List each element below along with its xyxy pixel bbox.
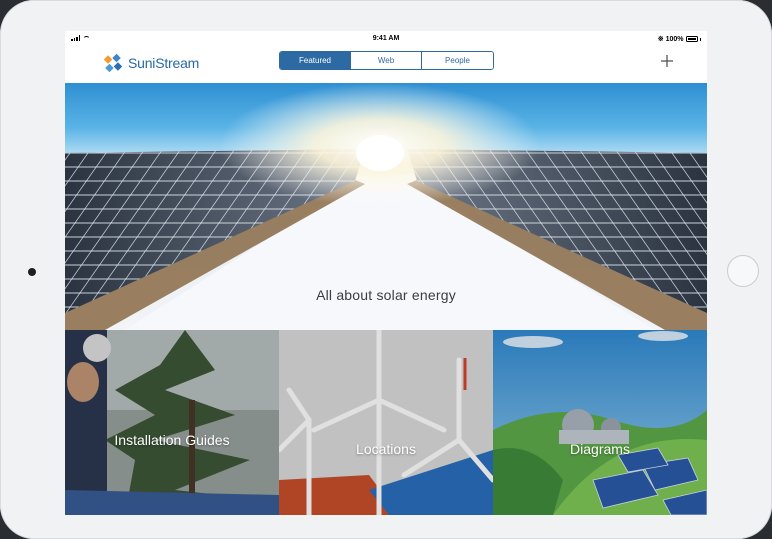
add-button[interactable] <box>658 52 676 70</box>
battery-percent: 100% <box>665 35 684 43</box>
tab-web[interactable]: Web <box>351 52 422 69</box>
home-button[interactable] <box>727 255 759 287</box>
bluetooth-icon: ※ <box>657 36 664 43</box>
tablet-frame: 9:41 AM ※ 100% SuniStream Featured Web P… <box>0 0 772 539</box>
wind-turbine-photo <box>279 330 493 515</box>
front-camera <box>28 268 36 276</box>
hero-banner[interactable]: All about solar energy <box>65 83 707 330</box>
sunistream-logo-icon <box>103 53 123 73</box>
segmented-control: Featured Web People <box>279 51 494 70</box>
tile-label-diagrams: Diagrams <box>570 441 630 457</box>
battery-tip <box>699 37 701 41</box>
tile-diagrams[interactable]: Diagrams <box>493 330 707 515</box>
category-tiles: Installation Guides Locations Diagrams <box>65 330 707 515</box>
plus-icon <box>661 55 673 67</box>
tile-installation-guides[interactable]: Installation Guides <box>65 330 279 515</box>
status-time: 9:41 AM <box>372 35 400 42</box>
tab-featured[interactable]: Featured <box>280 52 351 69</box>
app-logo: SuniStream <box>102 53 199 73</box>
hero-title: All about solar energy <box>316 287 456 303</box>
tile-locations[interactable]: Locations <box>279 330 493 515</box>
navigation-bar: SuniStream Featured Web People <box>65 48 707 84</box>
installation-photo <box>65 330 279 515</box>
diagram-illustration <box>493 330 707 515</box>
app-name: SuniStream <box>128 55 200 71</box>
app-screen: 9:41 AM ※ 100% SuniStream Featured Web P… <box>65 31 707 515</box>
tile-label-installation-guides: Installation Guides <box>114 432 230 448</box>
battery-icon <box>685 36 698 42</box>
tile-label-locations: Locations <box>356 441 416 457</box>
status-bar: 9:41 AM ※ 100% <box>65 31 707 48</box>
status-right: ※ 100% <box>658 35 701 43</box>
tab-people[interactable]: People <box>422 52 493 69</box>
